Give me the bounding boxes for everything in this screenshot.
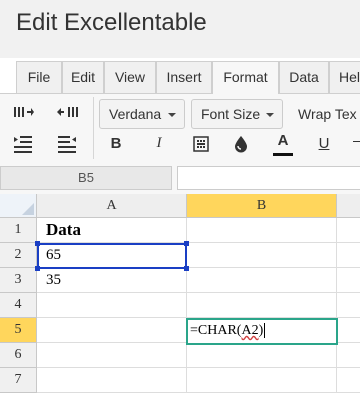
font-family-value: Verdana bbox=[109, 106, 162, 122]
tab-data[interactable]: Data bbox=[279, 61, 329, 93]
formula-prefix: =CHAR( bbox=[190, 323, 242, 338]
window-title: Edit Excellentable bbox=[16, 9, 207, 36]
tab-insert[interactable]: Insert bbox=[156, 61, 212, 93]
cell-a1[interactable]: Data bbox=[37, 218, 187, 243]
referenced-range-highlight bbox=[37, 243, 187, 269]
cell-b4[interactable] bbox=[187, 293, 337, 318]
cell-c2[interactable] bbox=[337, 243, 360, 268]
tab-format[interactable]: Format bbox=[212, 61, 279, 94]
underline-button[interactable]: U bbox=[314, 135, 334, 152]
cell-a7[interactable] bbox=[37, 368, 187, 393]
title-bar: Edit Excellentable bbox=[0, 0, 360, 58]
range-handle-bottom-left[interactable] bbox=[35, 266, 40, 271]
row-header-5[interactable]: 5 bbox=[0, 318, 37, 343]
wrap-text-button[interactable]: Wrap Tex bbox=[298, 106, 357, 122]
indent-right-icon[interactable] bbox=[56, 133, 78, 155]
formula-suffix: ) bbox=[258, 323, 264, 338]
cell-a5[interactable] bbox=[37, 318, 187, 343]
row-header-3[interactable]: 3 bbox=[0, 268, 37, 293]
tab-view[interactable]: View bbox=[104, 61, 156, 93]
strikethrough-icon[interactable] bbox=[353, 141, 360, 142]
text-cursor bbox=[264, 323, 266, 339]
select-all-triangle-icon bbox=[22, 203, 34, 215]
cell-b1[interactable] bbox=[187, 218, 337, 243]
range-handle-top-left[interactable] bbox=[35, 241, 40, 246]
range-handle-bottom-right[interactable] bbox=[184, 266, 189, 271]
range-handle-top-right[interactable] bbox=[184, 241, 189, 246]
row-header-7[interactable]: 7 bbox=[0, 368, 37, 393]
cell-c7[interactable] bbox=[337, 368, 360, 393]
fill-color-icon[interactable] bbox=[230, 133, 252, 155]
formula-reference: A2 bbox=[241, 323, 259, 338]
font-size-select[interactable]: Font Size bbox=[191, 99, 283, 129]
row-header-2[interactable]: 2 bbox=[0, 243, 37, 268]
formula-input[interactable] bbox=[177, 166, 360, 190]
toolbar-separator bbox=[93, 97, 94, 159]
tab-file[interactable]: File bbox=[16, 61, 62, 93]
indent-left-icon[interactable] bbox=[12, 133, 34, 155]
cell-a4[interactable] bbox=[37, 293, 187, 318]
decrease-indent-icon[interactable] bbox=[56, 102, 78, 124]
italic-button[interactable]: I bbox=[149, 135, 169, 152]
text-color-swatch bbox=[273, 153, 293, 156]
chevron-down-icon bbox=[168, 113, 176, 117]
cell-a6[interactable] bbox=[37, 343, 187, 368]
font-family-select[interactable]: Verdana bbox=[99, 99, 185, 129]
cell-b3[interactable] bbox=[187, 268, 337, 293]
increase-indent-icon[interactable] bbox=[12, 102, 34, 124]
cell-b7[interactable] bbox=[187, 368, 337, 393]
cell-reference-box[interactable]: B5 bbox=[0, 166, 172, 190]
cell-editor-b5[interactable]: =CHAR(A2) bbox=[186, 318, 338, 345]
row-header-1[interactable]: 1 bbox=[0, 218, 37, 243]
column-header-c[interactable] bbox=[337, 194, 360, 218]
cell-b6[interactable] bbox=[187, 343, 337, 368]
border-icon[interactable] bbox=[190, 133, 212, 155]
cell-c3[interactable] bbox=[337, 268, 360, 293]
tab-help[interactable]: Hel bbox=[329, 61, 360, 93]
cell-c4[interactable] bbox=[337, 293, 360, 318]
row-header-4[interactable]: 4 bbox=[0, 293, 37, 318]
cell-a3[interactable]: 35 bbox=[37, 268, 187, 293]
text-color-button[interactable]: A bbox=[273, 132, 293, 149]
column-header-b[interactable]: B bbox=[187, 194, 337, 218]
font-size-label: Font Size bbox=[201, 106, 261, 122]
cell-c1[interactable] bbox=[337, 218, 360, 243]
column-header-a[interactable]: A bbox=[37, 194, 187, 218]
bold-button[interactable]: B bbox=[106, 135, 126, 152]
tab-edit[interactable]: Edit bbox=[62, 61, 104, 93]
chevron-down-icon bbox=[266, 113, 274, 117]
cell-b2[interactable] bbox=[187, 243, 337, 268]
cell-c6[interactable] bbox=[337, 343, 360, 368]
cell-c5[interactable] bbox=[337, 318, 360, 343]
row-header-6[interactable]: 6 bbox=[0, 343, 37, 368]
